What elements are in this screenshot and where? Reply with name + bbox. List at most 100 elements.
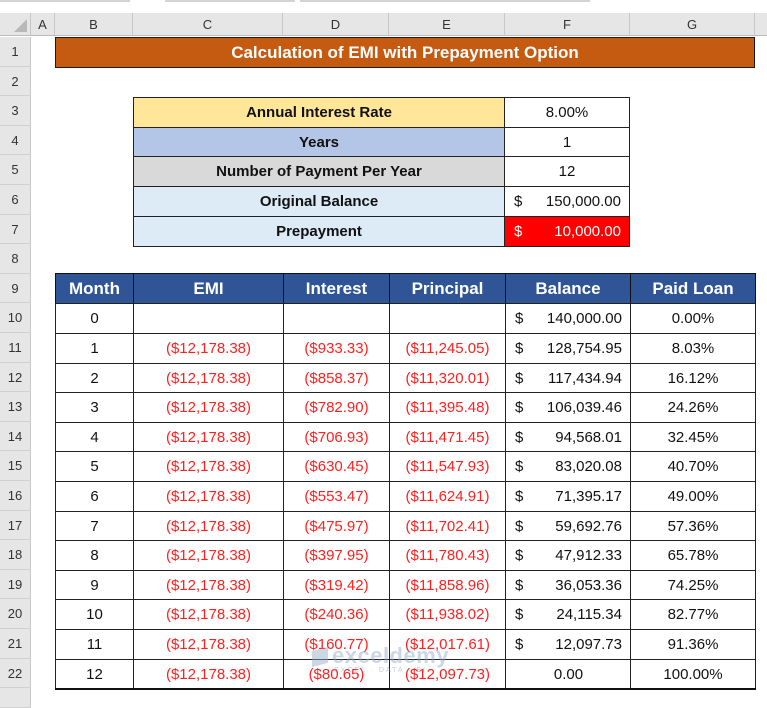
row-header-19[interactable]: 19 — [0, 570, 31, 599]
input-label[interactable]: Years — [133, 127, 505, 158]
column-header-c[interactable]: C — [133, 13, 283, 36]
principal-cell[interactable]: ($11,245.05) — [389, 333, 506, 364]
interest-cell[interactable]: ($933.33) — [283, 333, 390, 364]
balance-cell[interactable]: $106,039.46 — [505, 392, 631, 423]
paid-cell[interactable]: 16.12% — [630, 363, 756, 394]
row-header-4[interactable]: 4 — [0, 126, 31, 155]
paid-cell[interactable]: 82.77% — [630, 599, 756, 630]
row-header-17[interactable]: 17 — [0, 511, 31, 540]
paid-cell[interactable]: 91.36% — [630, 629, 756, 660]
input-label[interactable]: Original Balance — [133, 186, 505, 217]
principal-cell[interactable]: ($11,858.96) — [389, 570, 506, 601]
emi-cell[interactable]: ($12,178.38) — [133, 422, 284, 453]
paid-cell[interactable]: 8.03% — [630, 333, 756, 364]
paid-cell[interactable]: 65.78% — [630, 540, 756, 571]
principal-cell[interactable]: ($12,097.73) — [389, 659, 506, 690]
emi-cell[interactable]: ($12,178.38) — [133, 511, 284, 542]
principal-cell[interactable] — [389, 303, 506, 334]
column-header-e[interactable]: E — [389, 13, 505, 36]
balance-cell[interactable]: $36,053.36 — [505, 570, 631, 601]
row-header-18[interactable]: 18 — [0, 540, 31, 570]
interest-cell[interactable]: ($553.47) — [283, 481, 390, 512]
row-header-8[interactable]: 8 — [0, 244, 31, 274]
row-header-6[interactable]: 6 — [0, 185, 31, 215]
row-header-11[interactable]: 11 — [0, 333, 31, 363]
month-cell[interactable]: 12 — [55, 659, 134, 690]
interest-cell[interactable]: ($858.37) — [283, 363, 390, 394]
row-header-10[interactable]: 10 — [0, 303, 31, 333]
sheet-title[interactable]: Calculation of EMI with Prepayment Optio… — [55, 37, 755, 68]
interest-cell[interactable]: ($475.97) — [283, 511, 390, 542]
balance-cell[interactable]: $47,912.33 — [505, 540, 631, 571]
month-cell[interactable]: 5 — [55, 451, 134, 482]
emi-cell[interactable]: ($12,178.38) — [133, 451, 284, 482]
input-value[interactable]: $10,000.00 — [504, 216, 630, 247]
input-value[interactable]: $150,000.00 — [504, 186, 630, 217]
row-header-21[interactable]: 21 — [0, 629, 31, 659]
row-header-16[interactable]: 16 — [0, 481, 31, 511]
balance-cell[interactable]: $83,020.08 — [505, 451, 631, 482]
emi-cell[interactable]: ($12,178.38) — [133, 540, 284, 571]
row-header-9[interactable]: 9 — [0, 274, 31, 303]
paid-cell[interactable]: 32.45% — [630, 422, 756, 453]
column-header-d[interactable]: D — [283, 13, 389, 36]
principal-cell[interactable]: ($11,780.43) — [389, 540, 506, 571]
principal-cell[interactable]: ($11,624.91) — [389, 481, 506, 512]
principal-cell[interactable]: ($11,395.48) — [389, 392, 506, 423]
row-header-1[interactable]: 1 — [0, 37, 31, 67]
interest-cell[interactable]: ($630.45) — [283, 451, 390, 482]
row-header-20[interactable]: 20 — [0, 599, 31, 629]
emi-cell[interactable]: ($12,178.38) — [133, 599, 284, 630]
month-cell[interactable]: 4 — [55, 422, 134, 453]
column-header-g[interactable]: G — [630, 13, 755, 36]
month-cell[interactable]: 2 — [55, 363, 134, 394]
month-cell[interactable]: 7 — [55, 511, 134, 542]
interest-cell[interactable]: ($319.42) — [283, 570, 390, 601]
balance-cell[interactable]: $71,395.17 — [505, 481, 631, 512]
paid-cell[interactable]: 49.00% — [630, 481, 756, 512]
row-header-22[interactable]: 22 — [0, 659, 31, 688]
balance-cell[interactable]: $117,434.94 — [505, 363, 631, 394]
row-header-7[interactable]: 7 — [0, 215, 31, 244]
balance-cell[interactable]: $128,754.95 — [505, 333, 631, 364]
month-cell[interactable]: 3 — [55, 392, 134, 423]
row-header-15[interactable]: 15 — [0, 451, 31, 481]
month-cell[interactable]: 1 — [55, 333, 134, 364]
balance-cell[interactable]: 0.00 — [505, 659, 631, 690]
principal-cell[interactable]: ($11,702.41) — [389, 511, 506, 542]
principal-cell[interactable]: ($12,017.61) — [389, 629, 506, 660]
month-cell[interactable]: 6 — [55, 481, 134, 512]
interest-cell[interactable]: ($397.95) — [283, 540, 390, 571]
interest-cell[interactable]: ($160.77) — [283, 629, 390, 660]
emi-cell[interactable]: ($12,178.38) — [133, 481, 284, 512]
month-cell[interactable]: 0 — [55, 303, 134, 334]
emi-cell[interactable]: ($12,178.38) — [133, 333, 284, 364]
select-all-button[interactable] — [0, 13, 31, 36]
input-value[interactable]: 1 — [504, 127, 630, 158]
row-header-12[interactable]: 12 — [0, 363, 31, 392]
principal-cell[interactable]: ($11,320.01) — [389, 363, 506, 394]
row-header-13[interactable]: 13 — [0, 392, 31, 422]
balance-cell[interactable]: $24,115.34 — [505, 599, 631, 630]
emi-cell[interactable]: ($12,178.38) — [133, 570, 284, 601]
row-header-5[interactable]: 5 — [0, 155, 31, 185]
input-value[interactable]: 12 — [504, 156, 630, 187]
interest-cell[interactable]: ($706.93) — [283, 422, 390, 453]
row-header-2[interactable]: 2 — [0, 67, 31, 96]
interest-cell[interactable]: ($782.90) — [283, 392, 390, 423]
principal-cell[interactable]: ($11,938.02) — [389, 599, 506, 630]
input-value[interactable]: 8.00% — [504, 97, 630, 128]
paid-cell[interactable]: 24.26% — [630, 392, 756, 423]
principal-cell[interactable]: ($11,547.93) — [389, 451, 506, 482]
interest-cell[interactable]: ($240.36) — [283, 599, 390, 630]
emi-cell[interactable]: ($12,178.38) — [133, 363, 284, 394]
input-label[interactable]: Number of Payment Per Year — [133, 156, 505, 187]
balance-cell[interactable]: $12,097.73 — [505, 629, 631, 660]
month-cell[interactable]: 8 — [55, 540, 134, 571]
input-label[interactable]: Prepayment — [133, 216, 505, 247]
column-header-f[interactable]: F — [505, 13, 630, 36]
paid-cell[interactable]: 40.70% — [630, 451, 756, 482]
emi-cell[interactable]: ($12,178.38) — [133, 629, 284, 660]
paid-cell[interactable]: 57.36% — [630, 511, 756, 542]
emi-cell[interactable]: ($12,178.38) — [133, 659, 284, 690]
